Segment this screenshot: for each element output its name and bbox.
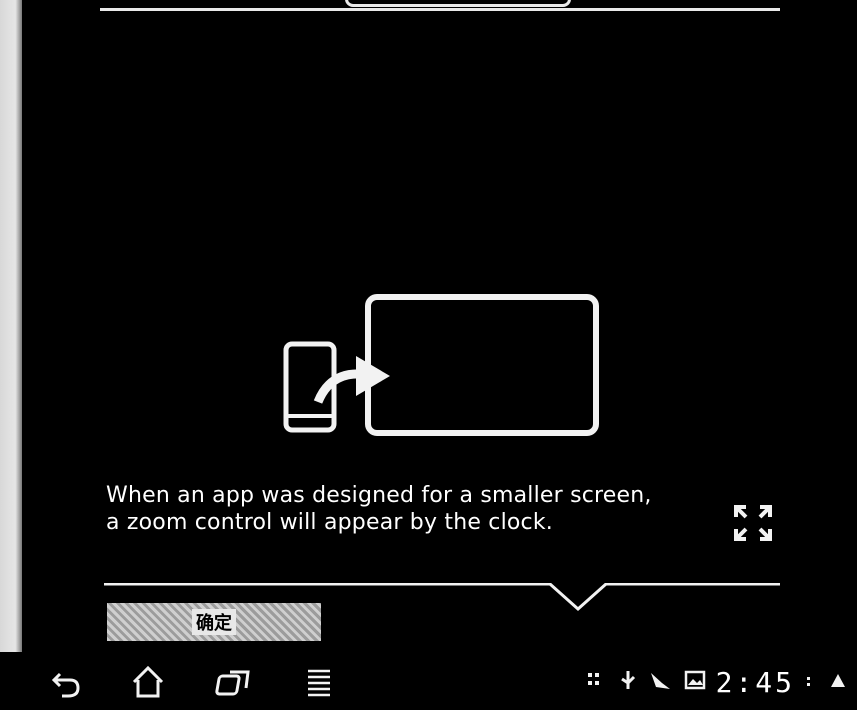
zoom-hint-message: When an app was designed for a smaller s… [106, 483, 652, 535]
notification-icon [648, 669, 674, 695]
device-bezel [0, 0, 22, 652]
home-icon[interactable] [126, 662, 170, 702]
clock: 2:45 [715, 665, 795, 699]
phone-to-tablet-icon [278, 292, 608, 442]
back-icon[interactable] [46, 662, 90, 702]
usb-icon [618, 669, 638, 695]
battery-icon [829, 669, 847, 695]
recent-apps-icon[interactable] [212, 662, 256, 702]
status-area[interactable]: 2:45 [586, 665, 847, 699]
screenshot-icon [586, 669, 608, 695]
menu-icon[interactable] [298, 662, 342, 702]
system-navigation-bar: 2:45 [0, 652, 857, 710]
tablet-screen: When an app was designed for a smaller s… [0, 0, 857, 710]
top-panel-edge [100, 0, 780, 11]
zoom-expand-icon[interactable] [730, 503, 776, 543]
ok-button-label: 确定 [192, 609, 236, 635]
ok-button[interactable]: 确定 [107, 603, 321, 641]
wifi-icon [805, 669, 819, 695]
top-panel-tab [345, 0, 571, 7]
gallery-icon [684, 669, 706, 695]
